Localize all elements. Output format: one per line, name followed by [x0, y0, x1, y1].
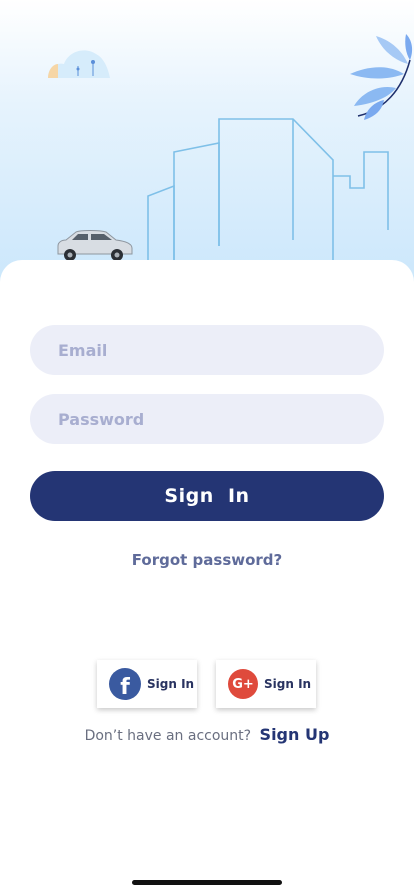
google-sign-in-button[interactable]: G+ Sign In — [216, 660, 316, 708]
city-skyline-icon — [147, 118, 389, 260]
password-field[interactable] — [30, 394, 384, 444]
sign-in-button[interactable]: Sign In — [30, 471, 384, 521]
google-plus-icon: G+ — [228, 669, 258, 699]
sign-in-button-label: Sign In — [164, 485, 250, 507]
cloud-icon — [48, 50, 110, 78]
google-sign-in-label: Sign In — [264, 677, 312, 691]
palm-leaf-icon — [350, 34, 413, 120]
signup-row: Don’t have an account? Sign Up — [0, 725, 414, 744]
home-indicator — [132, 880, 282, 885]
sign-up-link[interactable]: Sign Up — [260, 725, 330, 744]
facebook-sign-in-button[interactable]: f Sign In — [97, 660, 197, 708]
email-field[interactable] — [30, 325, 384, 375]
car-icon — [57, 230, 133, 261]
forgot-password-link[interactable]: Forgot password? — [0, 551, 414, 569]
facebook-sign-in-label: Sign In — [147, 677, 195, 691]
signup-prompt: Don’t have an account? — [84, 728, 252, 744]
facebook-icon: f — [109, 668, 141, 700]
hero-illustration — [0, 0, 414, 300]
